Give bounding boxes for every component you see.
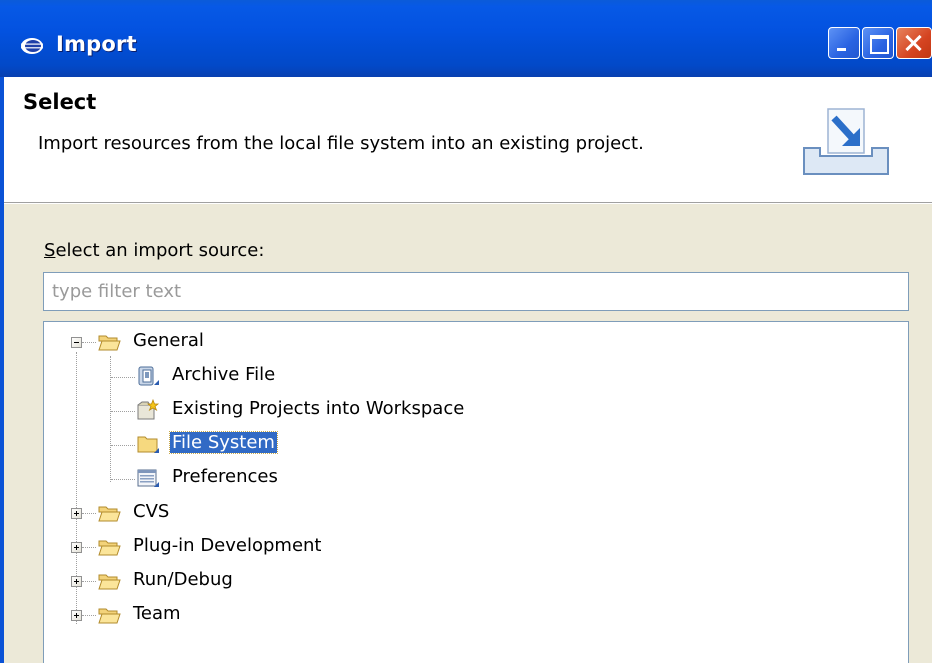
label-mnemonic: S: [44, 240, 56, 261]
preferences-icon: [137, 469, 159, 487]
expand-run-debug-toggle[interactable]: [71, 576, 82, 587]
tree-line: [111, 411, 135, 412]
page-title: Select: [23, 90, 97, 114]
folder-open-icon: [98, 574, 121, 590]
file-system-folder-icon: [137, 436, 159, 453]
expand-plugin-development-toggle[interactable]: [71, 542, 82, 553]
minimize-button[interactable]: [828, 27, 860, 59]
tree-item-team[interactable]: Team: [133, 603, 181, 624]
tree-item-preferences[interactable]: Preferences: [172, 466, 278, 487]
folder-open-icon: [98, 540, 121, 556]
title-bar[interactable]: Import: [0, 0, 932, 77]
filter-input[interactable]: [43, 272, 909, 311]
expand-cvs-toggle[interactable]: [71, 508, 82, 519]
tree-line: [82, 342, 96, 343]
tree-item-existing-projects[interactable]: Existing Projects into Workspace: [172, 398, 464, 419]
label-text: elect an import source:: [55, 240, 265, 261]
tree-line: [110, 356, 111, 482]
window-title: Import: [56, 32, 137, 56]
wizard-header: Select Import resources from the local f…: [4, 77, 932, 204]
tree-item-plugin-development[interactable]: Plug-in Development: [133, 535, 322, 556]
tree-line: [111, 479, 135, 480]
tree-item-file-system[interactable]: File System: [169, 431, 278, 454]
import-source-label: Select an import source:: [44, 240, 264, 261]
collapse-general-toggle[interactable]: [71, 337, 82, 348]
tree-item-general[interactable]: General: [133, 330, 204, 351]
tree-line: [82, 615, 96, 616]
existing-project-icon: [137, 399, 160, 420]
tree-item-cvs[interactable]: CVS: [133, 501, 169, 522]
import-source-tree[interactable]: General Archive File Existing Projects i…: [43, 321, 909, 663]
tree-item-archive-file[interactable]: Archive File: [172, 364, 275, 385]
tree-line: [82, 581, 96, 582]
import-dialog: Import Select Import resources from the …: [0, 0, 932, 663]
header-separator-highlight: [4, 203, 932, 204]
tree-line: [111, 377, 135, 378]
folder-open-icon: [98, 608, 121, 624]
close-button[interactable]: [896, 27, 932, 59]
archive-file-icon: [138, 366, 159, 386]
eclipse-logo-icon: [21, 38, 43, 54]
folder-open-icon: [98, 335, 121, 351]
expand-team-toggle[interactable]: [71, 610, 82, 621]
tree-line: [82, 513, 96, 514]
tree-line: [111, 445, 135, 446]
maximize-button[interactable]: [862, 27, 894, 59]
import-wizard-icon: [803, 108, 889, 175]
tree-line: [82, 547, 96, 548]
page-description: Import resources from the local file sys…: [38, 133, 644, 154]
tree-item-run-debug[interactable]: Run/Debug: [133, 569, 233, 590]
folder-open-icon: [98, 506, 121, 522]
dialog-body: Select Import resources from the local f…: [4, 77, 932, 663]
